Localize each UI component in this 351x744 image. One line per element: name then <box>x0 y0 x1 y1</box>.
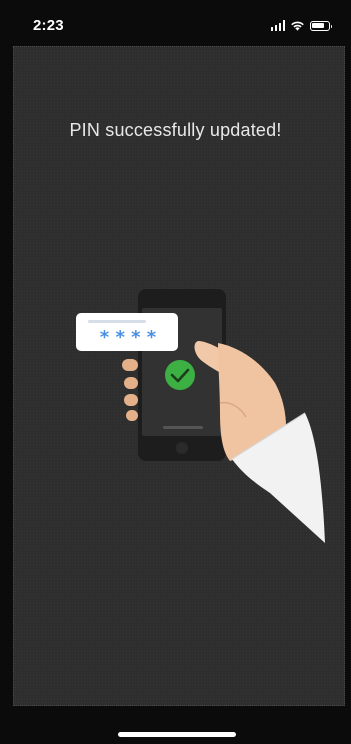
home-indicator[interactable] <box>118 732 236 737</box>
battery-icon <box>310 21 333 31</box>
success-check-icon <box>165 360 195 390</box>
pin-display: * * * * <box>100 327 157 348</box>
status-bar: 2:23 <box>0 0 351 42</box>
hand-holding-phone-illustration: * * * * <box>76 289 325 543</box>
pin-bubble: * * * * <box>76 313 178 351</box>
cellular-signal-icon <box>270 20 285 31</box>
fingers <box>122 359 138 421</box>
status-time: 2:23 <box>33 17 64 34</box>
wifi-icon <box>291 21 304 31</box>
phone-screen: 2:23 PIN successfully updated! * * * * <box>0 0 351 744</box>
success-message: PIN successfully updated! <box>69 120 282 140</box>
status-icons <box>270 19 333 31</box>
